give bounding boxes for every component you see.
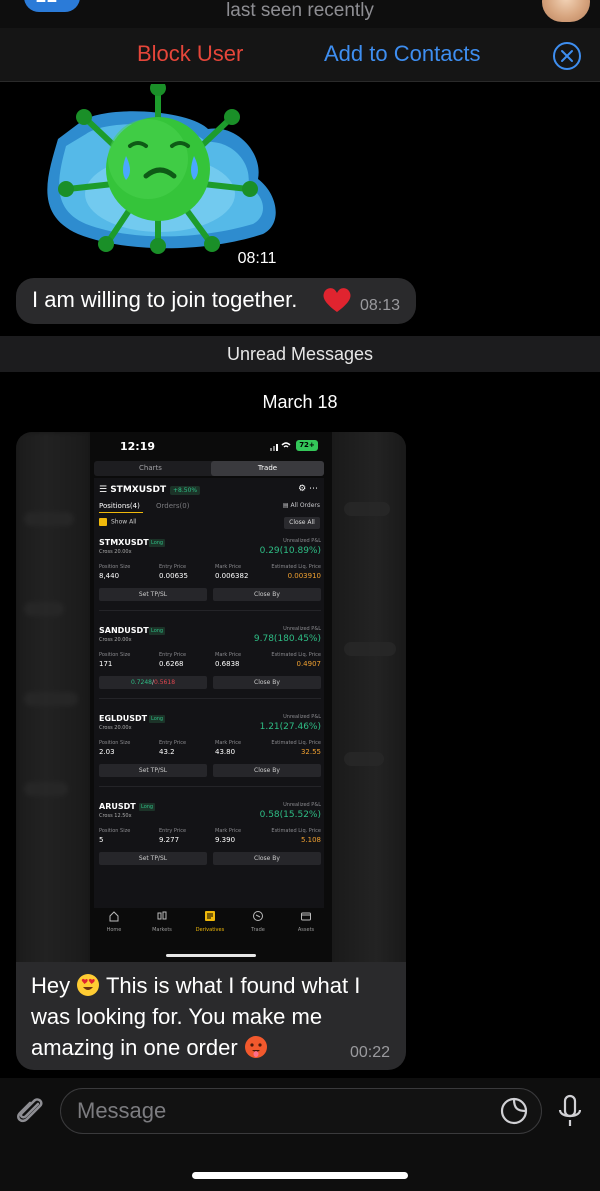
positions-tab: Positions(4): [99, 502, 140, 510]
message-timestamp: 08:13: [359, 297, 400, 314]
home-indicator: [192, 1172, 408, 1179]
position-card: STMXUSDT Long Cross 20.00x Unrealized P&…: [99, 538, 321, 624]
close-all-button: Close All: [284, 517, 320, 529]
phone-status-icons: 72+: [268, 440, 318, 452]
orders-tab: Orders(0): [156, 502, 190, 510]
nav-home: Home: [90, 910, 138, 933]
caption-text: Hey This is what I found what I was look…: [31, 973, 361, 1060]
chart-trade-tabs: Charts Trade: [94, 461, 324, 476]
message-input[interactable]: [77, 1098, 507, 1124]
incoming-message[interactable]: I am willing to join together. 08:13: [16, 278, 416, 324]
contact-status: last seen recently: [226, 0, 374, 21]
positions-panel: ☰ STMXUSDT +8.50% ⚙ ⋯ Positions(4) Order…: [94, 478, 324, 908]
nav-trade: Trade: [234, 910, 282, 933]
add-to-contacts-button[interactable]: Add to Contacts: [324, 41, 481, 67]
position-card: ARUSDT Long Cross 12.50x Unrealized P&L …: [99, 802, 321, 888]
blurred-edge: [16, 432, 90, 968]
position-card: SANDUSDT Long Cross 20.00x Unrealized P&…: [99, 626, 321, 712]
hot-face-emoji: [244, 1036, 267, 1058]
message-input-bar: [0, 1078, 600, 1191]
tab-charts: Charts: [139, 464, 162, 472]
image-caption-message[interactable]: Hey This is what I found what I was look…: [16, 962, 406, 1070]
sticker-icon[interactable]: [499, 1096, 529, 1126]
virus-sticker[interactable]: [38, 80, 283, 254]
all-orders-link: ▤ All Orders: [282, 502, 320, 509]
attach-icon[interactable]: [14, 1094, 46, 1128]
block-user-button[interactable]: Block User: [137, 41, 243, 67]
unread-divider: Unread Messages: [0, 336, 600, 372]
trading-app-screenshot: 12:19 72+ Charts Trade ☰ STMXUSDT +8.50%…: [90, 432, 332, 968]
image-attachment[interactable]: 12:19 72+ Charts Trade ☰ STMXUSDT +8.50%…: [16, 432, 406, 968]
sticker-timestamp: 08:11: [232, 248, 282, 270]
phone-clock: 12:19: [120, 440, 156, 453]
show-all-checkbox: Show All: [99, 518, 137, 526]
nav-assets: Assets: [282, 910, 330, 933]
symbol-title: ☰ STMXUSDT: [99, 485, 167, 495]
nav-derivatives: Derivatives: [186, 910, 234, 933]
close-icon[interactable]: [553, 42, 581, 70]
mic-icon[interactable]: [556, 1094, 584, 1130]
symbol-change: +8.50%: [170, 486, 201, 495]
tab-trade: Trade: [211, 461, 324, 476]
more-icon: ⚙ ⋯: [298, 484, 318, 494]
position-card: EGLDUSDT Long Cross 20.00x Unrealized P&…: [99, 714, 321, 800]
caption-timestamp: 00:22: [349, 1044, 390, 1061]
nav-markets: Markets: [138, 910, 186, 933]
contact-action-bar: Block User Add to Contacts: [0, 28, 600, 82]
app-bottom-nav: Home Markets Derivatives Trade Assets: [90, 910, 332, 946]
message-field[interactable]: [60, 1088, 542, 1134]
heart-icon: [322, 286, 352, 319]
unread-label: Unread Messages: [226, 344, 374, 364]
battery-indicator: 72+: [296, 440, 318, 451]
message-text: I am willing to join together.: [32, 287, 298, 312]
chat-header: 22 last seen recently: [0, 0, 600, 28]
blurred-edge: [332, 432, 406, 968]
heart-eyes-emoji: [77, 974, 100, 996]
date-separator: March 18: [262, 392, 338, 412]
